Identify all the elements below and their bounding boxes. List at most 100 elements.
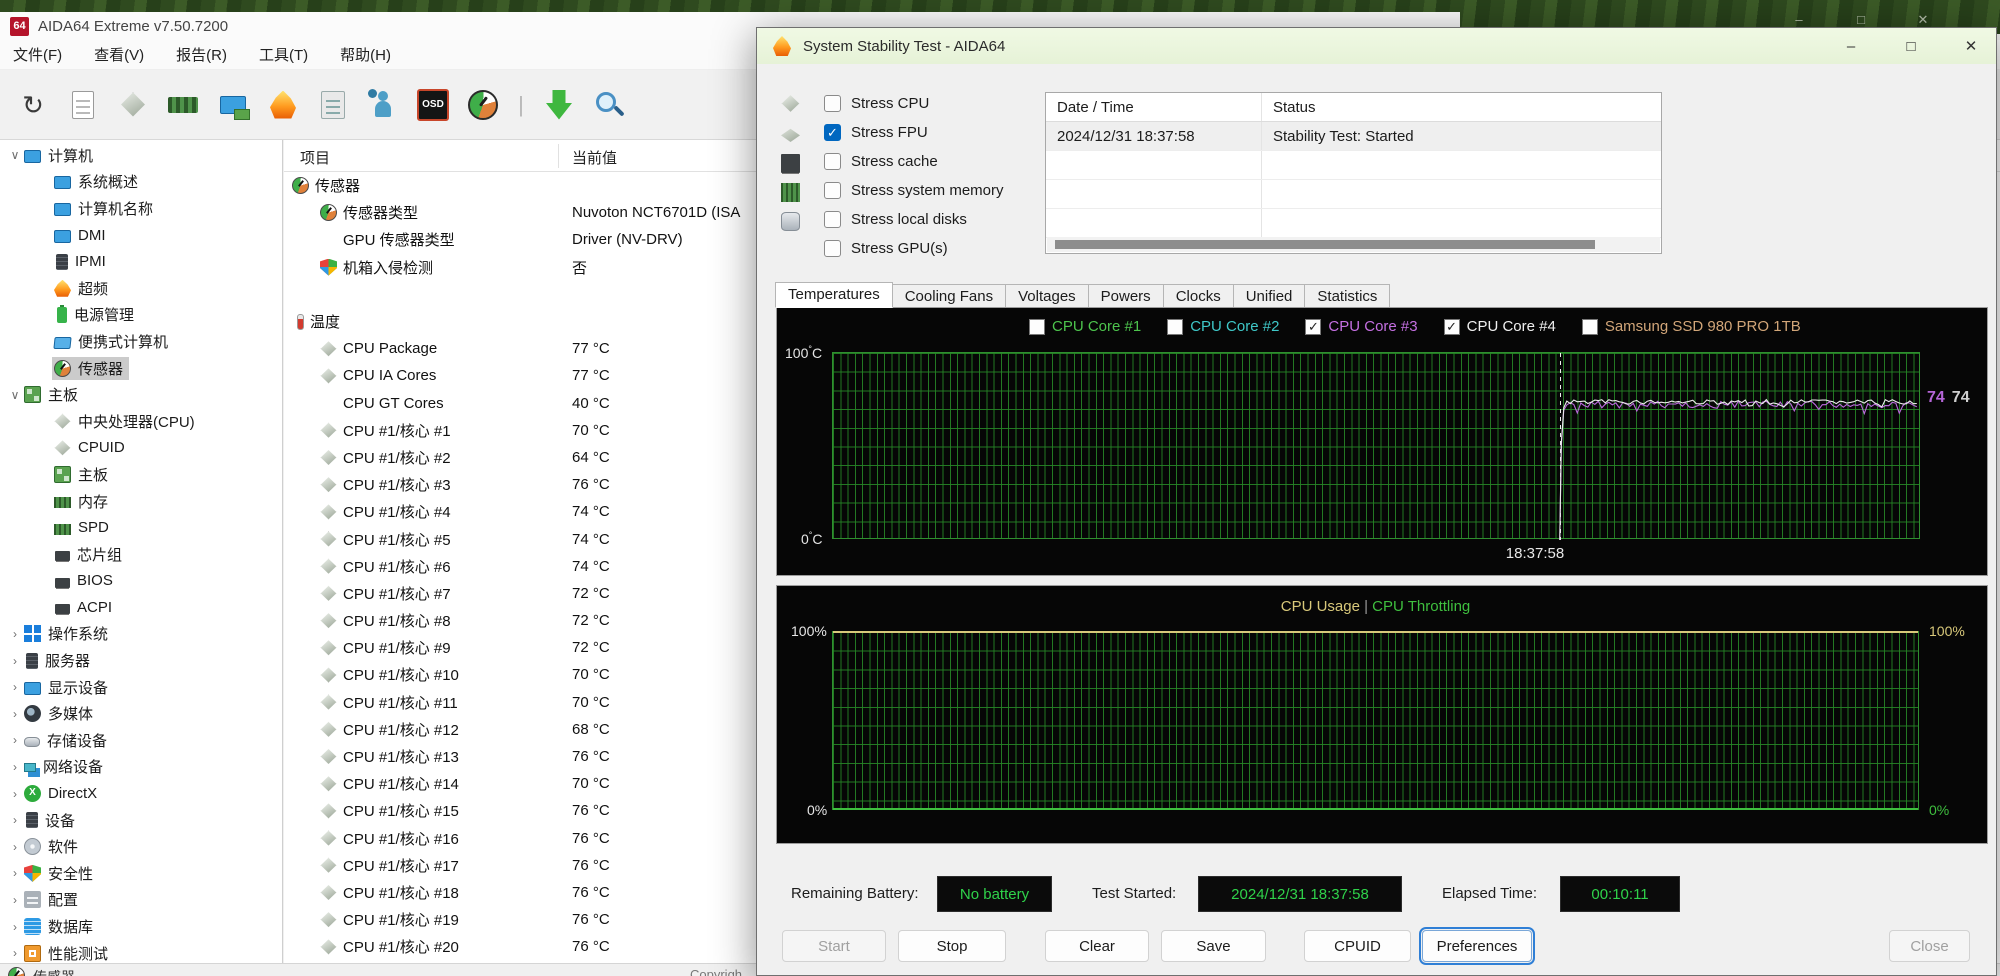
legend-checkbox-CPU Core #1[interactable] bbox=[1029, 318, 1045, 335]
main-close-icon[interactable]: ✕ bbox=[1914, 12, 1932, 28]
sensor-gauge-icon[interactable] bbox=[466, 88, 500, 122]
column-header-value[interactable]: 当前值 bbox=[572, 147, 617, 168]
expand-arrow-icon[interactable]: › bbox=[8, 946, 22, 960]
summary-list-icon[interactable] bbox=[316, 88, 350, 122]
log-col-status[interactable]: Status bbox=[1262, 99, 1316, 116]
legend-checkbox-CPU Core #4[interactable]: ✓ bbox=[1443, 318, 1460, 335]
checkbox-Stress GPU(s)[interactable] bbox=[824, 240, 841, 257]
expand-arrow-icon[interactable]: › bbox=[8, 840, 22, 854]
cpuid-button[interactable]: CPUID bbox=[1304, 930, 1411, 962]
menu-item[interactable]: 报告(R) bbox=[176, 44, 227, 65]
stop-button[interactable]: Stop bbox=[898, 930, 1006, 962]
checkbox-Stress local disks[interactable] bbox=[824, 211, 841, 228]
sidebar-item-网络设备[interactable]: › 网络设备 bbox=[0, 754, 282, 781]
overclock-flame-icon[interactable] bbox=[266, 88, 300, 122]
sidebar-item-主板[interactable]: ∨ 主板 bbox=[0, 381, 282, 408]
sidebar-item-计算机名称[interactable]: 计算机名称 bbox=[0, 195, 282, 222]
preferences-button[interactable]: Preferences bbox=[1419, 927, 1535, 965]
legend-checkbox-CPU Core #3[interactable]: ✓ bbox=[1305, 318, 1322, 335]
sidebar-item-配置[interactable]: › 配置 bbox=[0, 887, 282, 914]
legend-checkbox-Samsung SSD 980 PRO 1TB[interactable] bbox=[1581, 318, 1598, 335]
sidebar-item-CPUID[interactable]: CPUID bbox=[0, 435, 282, 462]
column-header-item[interactable]: 项目 bbox=[300, 147, 330, 168]
report-icon[interactable] bbox=[66, 88, 100, 122]
sidebar-item-内存[interactable]: 内存 bbox=[0, 488, 282, 515]
tab-Statistics[interactable]: Statistics bbox=[1305, 284, 1391, 308]
expand-arrow-icon[interactable]: ∨ bbox=[8, 388, 22, 402]
sidebar-item-设备[interactable]: › 设备 bbox=[0, 807, 282, 834]
checkbox-Stress system memory[interactable] bbox=[824, 182, 841, 199]
expand-arrow-icon[interactable]: › bbox=[8, 893, 22, 907]
tab-Powers[interactable]: Powers bbox=[1088, 284, 1164, 308]
expand-arrow-icon[interactable]: › bbox=[8, 627, 22, 641]
menu-item[interactable]: 文件(F) bbox=[13, 44, 62, 65]
cpu-icon[interactable] bbox=[116, 88, 150, 122]
sidebar-item-中央处理器(CPU)[interactable]: 中央处理器(CPU) bbox=[0, 408, 282, 435]
sidebar-item-ACPI[interactable]: ACPI bbox=[0, 594, 282, 621]
expand-arrow-icon[interactable]: › bbox=[8, 680, 22, 694]
sidebar-item-系统概述[interactable]: 系统概述 bbox=[0, 169, 282, 196]
tab-Clocks[interactable]: Clocks bbox=[1163, 284, 1234, 308]
log-table-scrollbar[interactable] bbox=[1047, 237, 1660, 252]
dialog-minimize-icon[interactable]: – bbox=[1840, 38, 1862, 55]
sidebar-item-DirectX[interactable]: › X DirectX bbox=[0, 780, 282, 807]
clear-button[interactable]: Clear bbox=[1045, 930, 1149, 962]
sidebar-item-DMI[interactable]: DMI bbox=[0, 222, 282, 249]
refresh-icon[interactable]: ↻ bbox=[16, 88, 50, 122]
column-divider[interactable] bbox=[558, 144, 559, 168]
log-table-scrollbar-thumb[interactable] bbox=[1055, 240, 1595, 249]
sidebar-item-传感器[interactable]: 传感器 bbox=[0, 355, 282, 382]
test-log-table[interactable]: Date / Time Status 2024/12/31 18:37:58 Stab… bbox=[1045, 92, 1662, 254]
sidebar-item-存储设备[interactable]: › 存储设备 bbox=[0, 727, 282, 754]
menu-item[interactable]: 帮助(H) bbox=[340, 44, 391, 65]
sidebar-item-SPD[interactable]: SPD bbox=[0, 514, 282, 541]
main-maximize-icon[interactable]: □ bbox=[1852, 12, 1870, 28]
dialog-close-icon[interactable]: ✕ bbox=[1960, 37, 1982, 55]
sidebar-item-BIOS[interactable]: BIOS bbox=[0, 568, 282, 595]
sidebar-item-多媒体[interactable]: › 多媒体 bbox=[0, 700, 282, 727]
main-minimize-icon[interactable]: – bbox=[1790, 12, 1808, 28]
sidebar-item-软件[interactable]: › 软件 bbox=[0, 833, 282, 860]
osd-icon[interactable]: OSD bbox=[416, 88, 450, 122]
sidebar-item-IPMI[interactable]: IPMI bbox=[0, 248, 282, 275]
expand-arrow-icon[interactable]: › bbox=[8, 787, 22, 801]
start-button[interactable]: Start bbox=[782, 930, 886, 962]
expand-arrow-icon[interactable]: › bbox=[8, 654, 22, 668]
expand-arrow-icon[interactable]: ∨ bbox=[8, 148, 22, 162]
tab-Unified[interactable]: Unified bbox=[1233, 284, 1306, 308]
menu-item[interactable]: 查看(V) bbox=[94, 44, 144, 65]
memory-icon[interactable] bbox=[166, 88, 200, 122]
log-table-header[interactable]: Date / Time Status bbox=[1046, 93, 1661, 122]
tab-Temperatures[interactable]: Temperatures bbox=[775, 282, 893, 308]
log-col-datetime[interactable]: Date / Time bbox=[1046, 93, 1262, 121]
save-button[interactable]: Save bbox=[1161, 930, 1266, 962]
close-button[interactable]: Close bbox=[1889, 930, 1970, 962]
sidebar-item-便携式计算机[interactable]: 便携式计算机 bbox=[0, 328, 282, 355]
dialog-titlebar[interactable]: System Stability Test - AIDA64 – □ ✕ bbox=[757, 28, 1996, 64]
software-update-icon[interactable] bbox=[542, 88, 576, 122]
expand-arrow-icon[interactable]: › bbox=[8, 920, 22, 934]
sidebar-tree[interactable]: ∨ 计算机 系统概述 计算机名称 DMI IPMI 超频 电源管理 便携式计算机 传感器 ∨ 主板 中央… bbox=[0, 140, 283, 963]
expand-arrow-icon[interactable]: › bbox=[8, 813, 22, 827]
legend-checkbox-CPU Core #2[interactable] bbox=[1167, 318, 1184, 335]
menu-item[interactable]: 工具(T) bbox=[259, 44, 308, 65]
sidebar-item-数据库[interactable]: › 数据库 bbox=[0, 913, 282, 940]
checkbox-Stress CPU[interactable] bbox=[824, 95, 841, 112]
sidebar-item-安全性[interactable]: › 安全性 bbox=[0, 860, 282, 887]
sidebar-item-计算机[interactable]: ∨ 计算机 bbox=[0, 142, 282, 169]
main-window-controls[interactable]: – □ ✕ bbox=[1790, 12, 1932, 28]
sidebar-item-操作系统[interactable]: › 操作系统 bbox=[0, 621, 282, 648]
sidebar-item-主板[interactable]: 主板 bbox=[0, 461, 282, 488]
sidebar-item-超频[interactable]: 超频 bbox=[0, 275, 282, 302]
sidebar-item-性能测试[interactable]: › 性能测试 bbox=[0, 940, 282, 963]
search-icon[interactable] bbox=[592, 88, 626, 122]
sidebar-item-芯片组[interactable]: 芯片组 bbox=[0, 541, 282, 568]
gpu-icon[interactable] bbox=[216, 88, 250, 122]
sidebar-item-电源管理[interactable]: 电源管理 bbox=[0, 302, 282, 329]
dialog-maximize-icon[interactable]: □ bbox=[1900, 38, 1922, 55]
expand-arrow-icon[interactable]: › bbox=[8, 866, 22, 880]
sidebar-item-显示设备[interactable]: › 显示设备 bbox=[0, 674, 282, 701]
log-row[interactable]: 2024/12/31 18:37:58 Stability Test: Start… bbox=[1046, 122, 1661, 151]
expand-arrow-icon[interactable]: › bbox=[8, 733, 22, 747]
expand-arrow-icon[interactable]: › bbox=[8, 707, 22, 721]
